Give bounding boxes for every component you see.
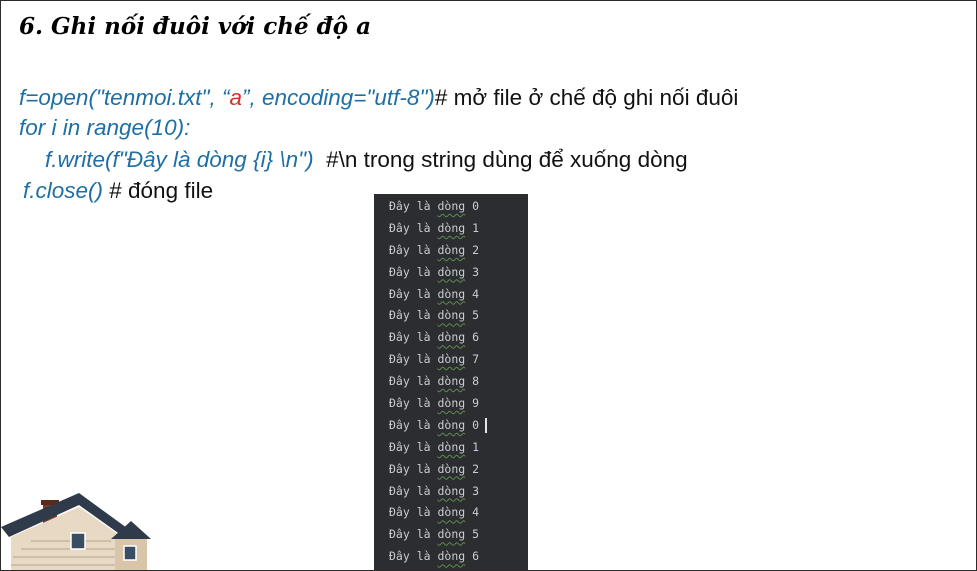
console-line-word: dòng [437,330,466,345]
console-line: Đây là dòng 1 [374,437,528,459]
console-line: Đây là dòng 1 [374,218,528,240]
code-line-open: f=open("tenmoi.txt", “a”, encoding="utf-… [19,85,738,111]
console-line-word: dòng [437,483,466,498]
console-line: Đây là dòng 5 [374,524,528,546]
console-line-word: dòng [437,308,466,323]
console-line-word: dòng [437,417,466,432]
console-line-prefix: Đây là [389,549,438,564]
console-line-number: 3 [465,483,480,498]
code-open-mode: a [229,85,242,110]
code-line-write: f.write(f"Đây là dòng {i} \n") #\n trong… [45,147,688,173]
code-open-comment: # mở file ở chế độ ghi nối đuôi [434,85,739,110]
console-line-number: 4 [465,286,480,301]
console-line-number: 7 [465,352,480,367]
console-line-prefix: Đây là [389,352,438,367]
console-line-number: 9 [465,396,480,411]
slide: 6. Ghi nối đuôi với chế độ a f=open("ten… [0,0,977,571]
console-line-prefix: Đây là [389,417,438,432]
console-line-number: 3 [465,264,480,279]
console-line-number: 4 [465,505,480,520]
console-line-word: dòng [437,505,466,520]
console-line-prefix: Đây là [389,220,438,235]
console-line-word: dòng [437,549,466,564]
console-line-prefix: Đây là [389,483,438,498]
console-line: Đây là dòng 3 [374,481,528,503]
console-line: Đây là dòng 2 [374,240,528,262]
console-line: Đây là dòng 2 [374,459,528,481]
code-close-code: f.close() [23,178,104,203]
text-cursor [485,417,488,433]
console-line: Đây là dòng 4 [374,284,528,306]
console-line-number: 0 [465,417,480,432]
console-line-prefix: Đây là [389,286,438,301]
console-line-word: dòng [437,439,466,454]
code-write-comment: #\n trong string dùng để xuống dòng [313,147,688,172]
code-open-part1: f=open("tenmoi.txt", “ [19,85,230,110]
console-line-word: dòng [437,242,466,257]
console-line-number: 6 [465,549,480,564]
code-write-code: f.write(f"Đây là dòng {i} \n") [45,147,314,172]
code-for-text: for i in range(10): [19,115,191,140]
console-line: Đây là dòng 6 [374,546,528,568]
console-line-number: 1 [465,220,480,235]
console-line: Đây là dòng 7 [374,349,528,371]
console-line-word: dòng [437,220,466,235]
code-line-for: for i in range(10): [19,115,190,141]
console-line-word: dòng [437,264,466,279]
console-line-number: 2 [465,461,480,476]
console-line-word: dòng [437,199,466,213]
slide-title: 6. Ghi nối đuôi với chế độ a [19,13,371,40]
console-line-prefix: Đây là [389,199,438,213]
console-line-word: dòng [437,352,466,367]
file-output-console[interactable]: Đây là dòng 0 Đây là dòng 1 Đây là dòng 2Đ… [374,194,528,570]
console-line-prefix: Đây là [389,242,438,257]
console-line-word: dòng [437,461,466,476]
console-line-number: 0 [465,199,480,213]
console-line-word: dòng [437,286,466,301]
console-line: Đây là dòng 8 [374,371,528,393]
console-line: Đây là dòng 5 [374,305,528,327]
house-illustration-icon [1,493,151,570]
console-line-word: dòng [437,527,466,542]
console-line: Đây là dòng 0 [374,196,528,218]
console-line-prefix: Đây là [389,396,438,411]
console-line-prefix: Đây là [389,439,438,454]
console-line-number: 8 [465,374,480,389]
console-line-word: dòng [437,396,466,411]
console-line-number: 5 [465,308,480,323]
console-line-prefix: Đây là [389,505,438,520]
console-line: Đây là dòng 9 [374,393,528,415]
console-line-prefix: Đây là [389,264,438,279]
console-line-number: 1 [465,439,480,454]
console-line-prefix: Đây là [389,330,438,345]
code-open-part2: ”, encoding="utf-8") [241,85,435,110]
console-line-word: dòng [437,374,466,389]
console-line: Đây là dòng 3 [374,262,528,284]
console-line-prefix: Đây là [389,308,438,323]
console-line: Đây là dòng 4 [374,502,528,524]
console-line: Đây là dòng 0 [374,415,528,437]
code-line-close: f.close() # đóng file [23,178,213,204]
console-line-prefix: Đây là [389,461,438,476]
console-line-number: 5 [465,527,480,542]
console-line-number: 6 [465,330,480,345]
console-line-number: 2 [465,242,480,257]
console-line-prefix: Đây là [389,374,438,389]
console-line-prefix: Đây là [389,527,438,542]
console-line: Đây là dòng 6 [374,327,528,349]
code-close-comment: # đóng file [103,178,214,203]
